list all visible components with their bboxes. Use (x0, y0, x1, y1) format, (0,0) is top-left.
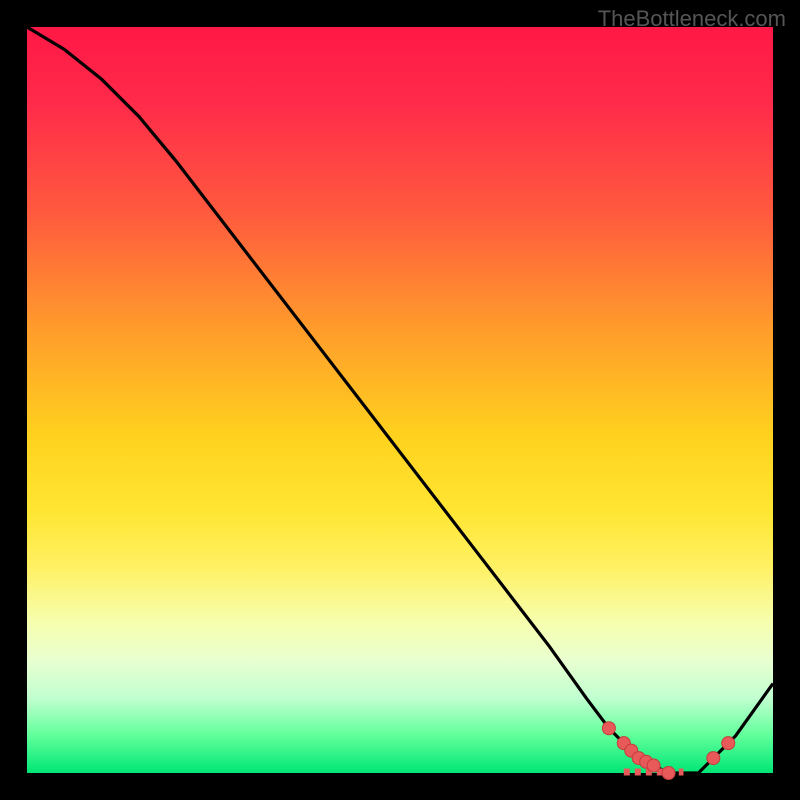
data-marker (707, 752, 720, 765)
curve-path (27, 27, 773, 773)
watermark-text: TheBottleneck.com (598, 6, 786, 32)
chart-svg (27, 27, 773, 773)
data-marker (647, 759, 660, 772)
marker-group (602, 722, 734, 780)
data-marker (602, 722, 615, 735)
plot-gradient-area (27, 27, 773, 773)
data-marker (662, 767, 675, 780)
data-marker (722, 737, 735, 750)
